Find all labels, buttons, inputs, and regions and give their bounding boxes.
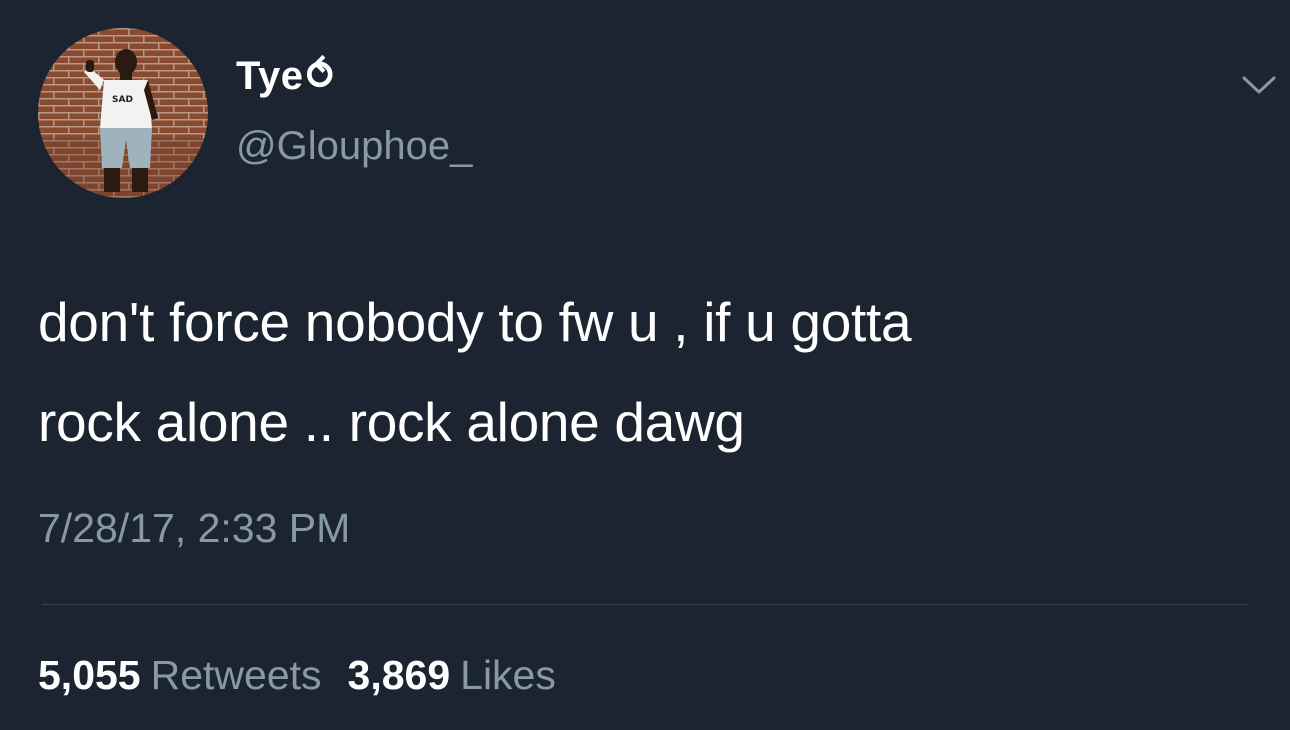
retweets-label: Retweets xyxy=(150,652,322,698)
divider xyxy=(42,604,1248,605)
svg-text:SAD: SAD xyxy=(112,95,133,105)
user-handle[interactable]: @Glouphoe_ xyxy=(236,122,472,170)
tweet-timestamp[interactable]: 7/28/17, 2:33 PM xyxy=(38,500,350,556)
likes-label: Likes xyxy=(460,652,556,698)
retweets-stat[interactable]: 5,055 Retweets xyxy=(38,648,322,702)
avatar-photo: SAD xyxy=(38,28,208,198)
tweet-card: SAD Tye⥀ @Glouphoe_ don't force nobody t… xyxy=(0,0,1290,730)
likes-stat[interactable]: 3,869 Likes xyxy=(348,648,556,702)
likes-count: 3,869 xyxy=(347,652,451,698)
avatar[interactable]: SAD xyxy=(38,28,208,198)
tweet-text: don't force nobody to fw u , if u gotta … xyxy=(38,291,912,453)
retweets-count: 5,055 xyxy=(38,652,141,698)
chevron-down-icon[interactable] xyxy=(1234,66,1284,106)
display-name[interactable]: Tye⥀ xyxy=(236,52,337,100)
tweet-stats: 5,055 Retweets 3,869 Likes xyxy=(38,648,582,702)
